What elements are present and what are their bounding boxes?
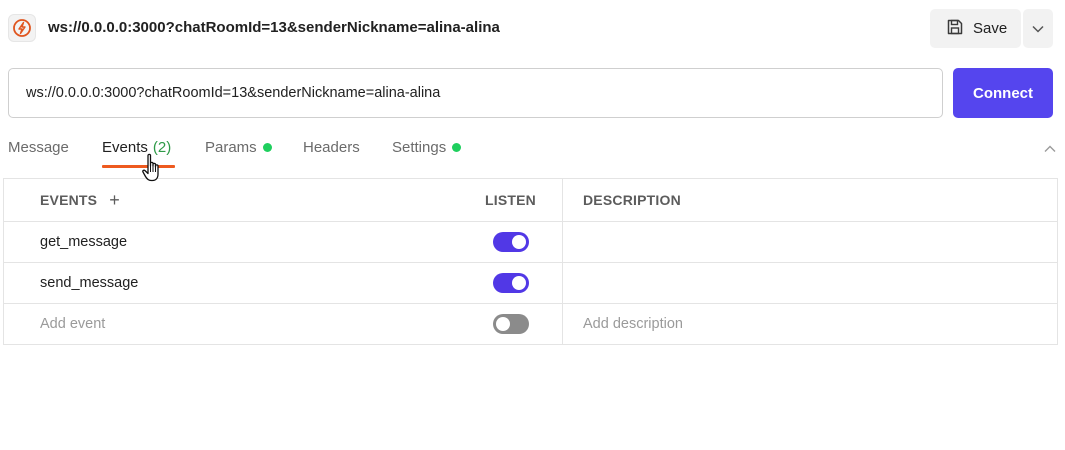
- toggle-knob: [495, 317, 510, 331]
- events-header-label: EVENTS: [40, 192, 98, 208]
- tab-params[interactable]: Params: [205, 139, 272, 156]
- settings-status-dot: [452, 143, 462, 152]
- hand-pointer-cursor-icon: [141, 152, 165, 186]
- websocket-logo-icon: [8, 14, 36, 42]
- table-row: get_message: [4, 221, 1057, 262]
- connect-button[interactable]: Connect: [953, 68, 1053, 118]
- tab-message[interactable]: Message: [8, 139, 69, 156]
- table-row: send_message: [4, 262, 1057, 303]
- save-button[interactable]: Save: [930, 9, 1021, 48]
- save-label: Save: [973, 20, 1008, 37]
- chevron-up-icon[interactable]: [1043, 141, 1061, 155]
- table-row-new: Add event Add description: [4, 303, 1057, 344]
- tab-label: Settings: [392, 139, 447, 156]
- description-cell[interactable]: [562, 222, 1057, 262]
- event-name-cell[interactable]: send_message: [4, 263, 459, 303]
- listen-column-header: LISTEN: [485, 192, 536, 208]
- add-description-input[interactable]: Add description: [562, 304, 1057, 344]
- listen-cell: [459, 263, 562, 303]
- description-cell[interactable]: [562, 263, 1057, 303]
- toggle-knob: [511, 276, 526, 290]
- tab-headers[interactable]: Headers: [303, 139, 360, 156]
- save-icon: [946, 18, 964, 40]
- request-title[interactable]: ws://0.0.0.0:3000?chatRoomId=13&senderNi…: [48, 19, 500, 36]
- tab-label: Message: [8, 139, 69, 156]
- listen-toggle[interactable]: [492, 314, 529, 334]
- tab-label: Params: [205, 139, 257, 156]
- params-status-dot: [262, 143, 272, 152]
- toggle-knob: [511, 235, 526, 249]
- request-header: ws://0.0.0.0:3000?chatRoomId=13&senderNi…: [0, 0, 1065, 56]
- chevron-down-icon: [1032, 20, 1044, 38]
- listen-toggle[interactable]: [492, 232, 529, 252]
- url-input[interactable]: ws://0.0.0.0:3000?chatRoomId=13&senderNi…: [8, 68, 943, 118]
- add-event-input[interactable]: Add event: [4, 304, 459, 344]
- description-column-header: DESCRIPTION: [562, 179, 1057, 221]
- listen-cell: [459, 222, 562, 262]
- events-column-header: EVENTS +: [4, 179, 459, 221]
- listen-toggle[interactable]: [492, 273, 529, 293]
- event-name-cell[interactable]: get_message: [4, 222, 459, 262]
- plus-icon[interactable]: +: [109, 191, 120, 209]
- events-table: EVENTS + LISTEN DESCRIPTION get_message …: [3, 178, 1058, 345]
- tab-label: Headers: [303, 139, 360, 156]
- listen-cell: [459, 304, 562, 344]
- save-options-button[interactable]: [1023, 9, 1053, 48]
- tab-settings[interactable]: Settings: [392, 139, 462, 156]
